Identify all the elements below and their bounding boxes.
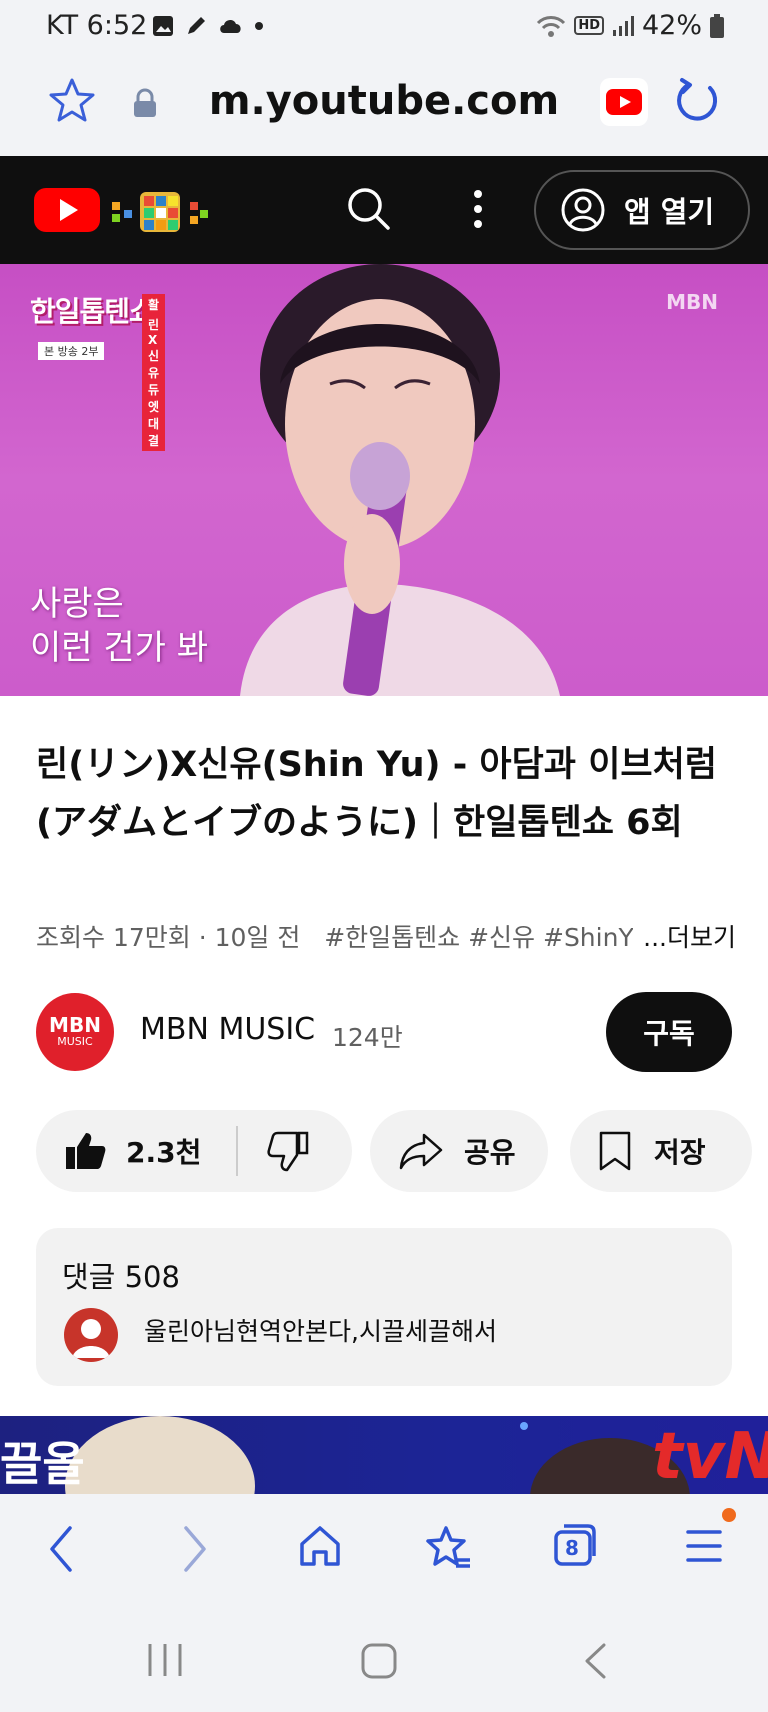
- battery-percent: 42%: [641, 10, 702, 41]
- youtube-play-icon: [606, 89, 642, 115]
- save-button[interactable]: 저장: [570, 1110, 752, 1192]
- gallery-icon: [153, 16, 173, 36]
- share-label: 공유: [464, 1136, 516, 1169]
- open-app-label: 앱 열기: [624, 195, 715, 229]
- subscriber-count: 124만: [332, 1023, 403, 1052]
- thumbs-up-icon: [66, 1133, 106, 1169]
- tab-count: 8: [565, 1536, 579, 1560]
- browser-url-bar: m.youtube.com: [0, 52, 768, 156]
- subtitle-line-2: 이런 건가 봐: [30, 628, 209, 668]
- back-icon[interactable]: [46, 1524, 76, 1574]
- video-subtitle: 사랑은 이런 건가 봐: [30, 582, 208, 670]
- more-link[interactable]: ...더보기: [633, 918, 736, 954]
- commenter-avatar: [64, 1308, 118, 1362]
- wifi-icon: [537, 15, 566, 37]
- comments-header: 댓글 508: [62, 1260, 180, 1294]
- channel-avatar-line1: MBN: [49, 1013, 101, 1037]
- url-text[interactable]: m.youtube.com: [0, 78, 768, 124]
- user-avatar-icon: [72, 1319, 110, 1358]
- channel-name[interactable]: MBN MUSIC: [140, 1012, 315, 1047]
- show-badge-names: 린X신유: [142, 314, 166, 383]
- more-vertical-icon[interactable]: [470, 186, 486, 232]
- forward-icon[interactable]: [180, 1524, 210, 1574]
- hashtags[interactable]: #한일톱텐쇼 #신유 #ShinYu: [324, 923, 647, 952]
- next-video-channel-mark: tvN: [652, 1420, 768, 1494]
- system-nav-bar: [0, 1606, 768, 1712]
- channel-avatar[interactable]: MBN MUSIC: [36, 993, 114, 1071]
- notification-icons: [152, 14, 264, 38]
- dot-icon: [255, 22, 263, 30]
- bookmark-icon: [599, 1131, 631, 1171]
- show-badge-episode: 본 방송 2부: [38, 342, 105, 360]
- share-button[interactable]: 공유: [370, 1110, 548, 1192]
- search-icon[interactable]: [346, 186, 392, 232]
- subtitle-line-1: 사랑은: [30, 584, 124, 624]
- youtube-header: 앱 열기: [0, 156, 768, 264]
- comments-section[interactable]: 댓글 508 울린아님현역안본다,시끌세끌해서: [36, 1228, 732, 1386]
- youtube-app-icon[interactable]: [600, 78, 648, 126]
- hd-badge: HD: [574, 16, 604, 35]
- home-icon[interactable]: [298, 1524, 342, 1568]
- status-bar: KT 6:52 HD 42%: [0, 0, 768, 52]
- bookmarks-icon[interactable]: [424, 1524, 472, 1572]
- status-time: KT 6:52: [46, 10, 148, 41]
- views-and-date: 조회수 17만회 · 10일 전: [36, 923, 301, 952]
- top-comment: 울린아님현역안본다,시끌세끌해서: [144, 1317, 497, 1346]
- video-meta[interactable]: 조회수 17만회 · 10일 전 #한일톱텐쇼 #신유 #ShinYu ...더…: [36, 918, 736, 954]
- system-back-icon[interactable]: [582, 1642, 608, 1680]
- system-home-icon[interactable]: [360, 1642, 398, 1680]
- next-video-left-text: 끌올: [0, 1437, 85, 1491]
- tabs-button[interactable]: 8: [552, 1522, 598, 1568]
- video-player[interactable]: 한일톱텐쇼 활금 시크릿 듀엣 대결 린X신유 본 방송 2부 MBN 사랑은 …: [0, 264, 768, 696]
- show-badge: 한일톱텐쇼 활금 시크릿 듀엣 대결 린X신유 본 방송 2부: [30, 290, 166, 451]
- account-icon: [561, 188, 605, 232]
- broadcaster-watermark: MBN: [666, 290, 718, 314]
- youtube-logo-icon[interactable]: [34, 184, 230, 236]
- channel-avatar-line2: MUSIC: [57, 1035, 93, 1048]
- thumbs-down-icon: [267, 1131, 309, 1172]
- reload-icon[interactable]: [670, 76, 722, 128]
- notification-dot: [722, 1508, 736, 1522]
- next-video-thumbnail[interactable]: 끌올 tvN: [0, 1416, 768, 1494]
- browser-bottom-nav: 8: [0, 1494, 768, 1606]
- cloud-icon: [220, 19, 241, 33]
- open-app-button[interactable]: 앱 열기: [534, 170, 750, 250]
- like-dislike-pill: 2.3천: [36, 1110, 352, 1192]
- menu-icon[interactable]: [684, 1524, 724, 1568]
- save-label: 저장: [654, 1136, 706, 1169]
- dislike-button[interactable]: [238, 1110, 310, 1192]
- subscribe-button[interactable]: 구독: [606, 992, 732, 1072]
- battery-icon: [710, 13, 724, 38]
- show-badge-title: 한일톱텐쇼: [30, 295, 155, 328]
- video-title[interactable]: 린(リン)X신유(Shin Yu) - 아담과 이브처럼(アダムとイブのように)…: [36, 736, 736, 852]
- signal-icon: [612, 15, 634, 36]
- recent-apps-icon[interactable]: [146, 1642, 184, 1678]
- share-icon: [399, 1133, 443, 1170]
- pen-icon: [188, 17, 205, 34]
- like-count: 2.3천: [126, 1136, 202, 1169]
- status-right: HD 42%: [536, 10, 724, 41]
- like-button[interactable]: 2.3천: [36, 1110, 236, 1192]
